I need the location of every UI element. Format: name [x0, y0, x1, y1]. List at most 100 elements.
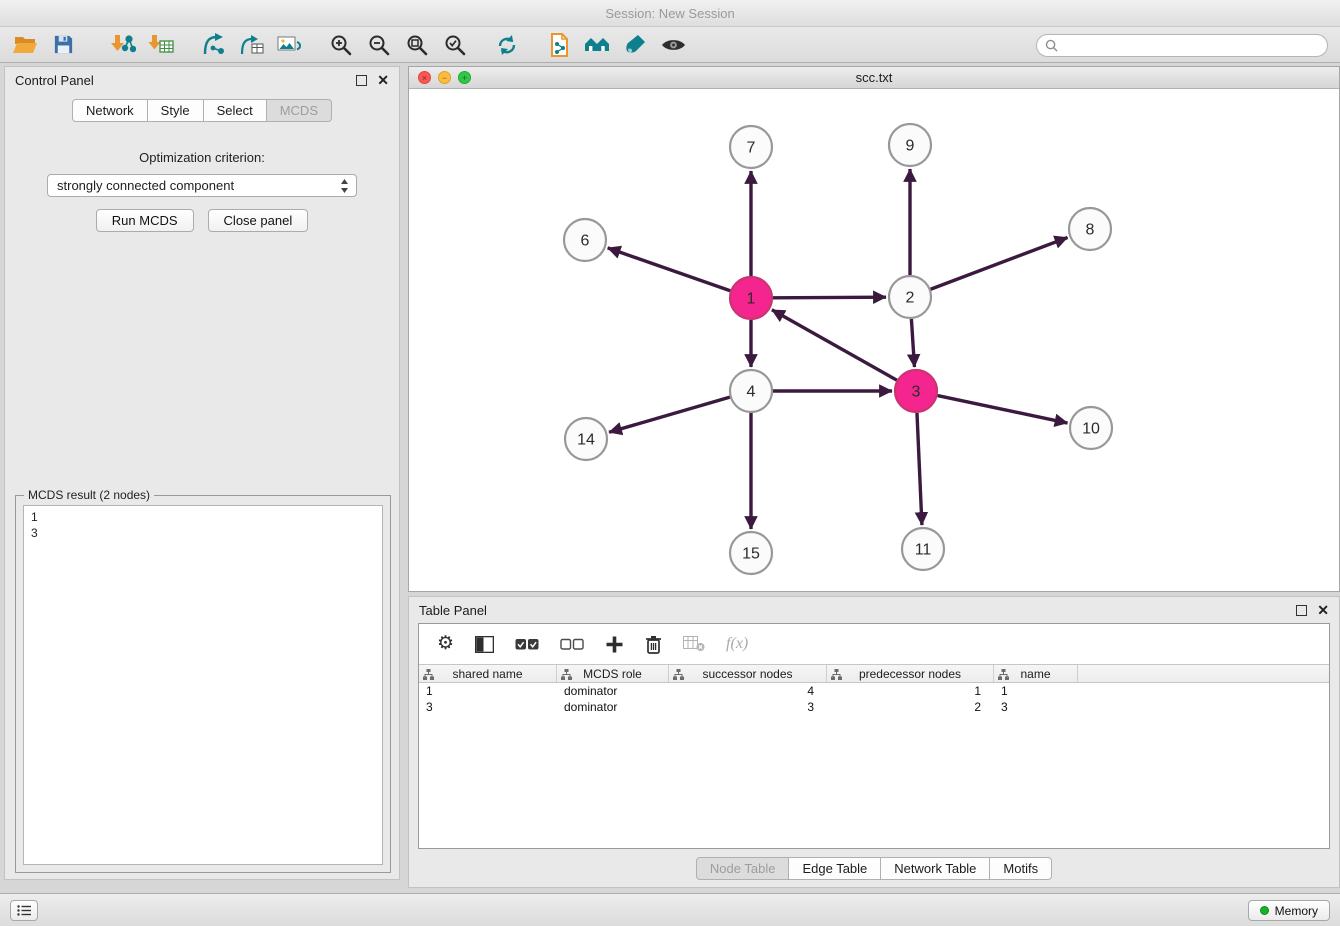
search-box[interactable] — [1036, 34, 1328, 57]
status-bar: Memory — [0, 893, 1340, 926]
column-header-successor-nodes[interactable]: successor nodes — [669, 665, 827, 682]
node-label: 9 — [906, 138, 915, 155]
cell-predecessor-nodes: 1 — [827, 683, 994, 699]
tab-node-table[interactable]: Node Table — [696, 857, 790, 880]
control-panel-tab-bar: NetworkStyleSelectMCDS — [5, 99, 399, 122]
control-panel-title: Control Panel — [15, 73, 94, 88]
cell-name: 3 — [994, 699, 1078, 715]
tab-style[interactable]: Style — [148, 99, 204, 122]
function-builder-icon: f(x) — [726, 632, 748, 656]
criterion-dropdown-value: strongly connected component — [57, 178, 234, 193]
node-8[interactable]: 8 — [1069, 208, 1111, 250]
node-label: 11 — [915, 542, 932, 559]
window-close-icon[interactable]: × — [418, 71, 431, 84]
mcds-result-title: MCDS result (2 nodes) — [24, 488, 154, 502]
node-6[interactable]: 6 — [564, 219, 606, 261]
zoom-selected-icon[interactable] — [440, 30, 470, 60]
column-header-shared-name[interactable]: shared name — [419, 665, 557, 682]
table-panel: Table Panel ✕ ⚙ — [408, 596, 1340, 888]
zoom-in-icon[interactable] — [326, 30, 356, 60]
float-panel-icon[interactable] — [356, 75, 367, 86]
tab-network[interactable]: Network — [72, 99, 148, 122]
edge-3-1[interactable] — [772, 310, 897, 380]
float-table-panel-icon[interactable] — [1296, 605, 1307, 616]
new-network-icon[interactable] — [198, 30, 228, 60]
node-7[interactable]: 7 — [730, 126, 772, 168]
save-session-icon[interactable] — [48, 30, 78, 60]
show-columns-icon[interactable] — [475, 632, 494, 656]
cell-mcds-role: dominator — [557, 683, 669, 699]
add-column-icon[interactable] — [605, 632, 624, 656]
close-table-panel-icon[interactable]: ✕ — [1317, 604, 1329, 616]
import-table-icon[interactable] — [146, 30, 176, 60]
cell-name: 1 — [994, 683, 1078, 699]
node-label: 10 — [1082, 421, 1100, 438]
node-11[interactable]: 11 — [902, 528, 944, 570]
zoom-out-icon[interactable] — [364, 30, 394, 60]
window-zoom-icon[interactable]: + — [458, 71, 471, 84]
result-item[interactable]: 3 — [31, 525, 375, 541]
first-neighbors-icon[interactable] — [582, 30, 612, 60]
table-body: 1dominator4113dominator323 — [419, 683, 1329, 715]
edge-1-2[interactable] — [773, 297, 886, 298]
run-mcds-button[interactable]: Run MCDS — [96, 209, 194, 232]
table-header-row: shared name MCDS role successor nodesprede… — [419, 664, 1329, 683]
close-panel-button[interactable]: Close panel — [208, 209, 309, 232]
new-table-icon[interactable] — [236, 30, 266, 60]
tab-network-table[interactable]: Network Table — [881, 857, 990, 880]
edge-3-10[interactable] — [938, 396, 1068, 423]
tab-select[interactable]: Select — [204, 99, 267, 122]
refresh-icon[interactable] — [492, 30, 522, 60]
settings-gear-icon[interactable]: ⚙ — [437, 632, 454, 656]
edge-2-3[interactable] — [911, 319, 914, 367]
control-panel: Control Panel ✕ NetworkStyleSelectMCDS O… — [4, 66, 400, 880]
tab-motifs[interactable]: Motifs — [990, 857, 1052, 880]
node-3[interactable]: 3 — [895, 370, 937, 412]
node-2[interactable]: 2 — [889, 276, 931, 318]
window-minimize-icon[interactable]: − — [438, 71, 451, 84]
network-window-title: scc.txt — [856, 70, 893, 85]
column-header-mcds-role[interactable]: MCDS role — [557, 665, 669, 682]
node-15[interactable]: 15 — [730, 532, 772, 574]
export-image-icon[interactable] — [274, 30, 304, 60]
mcds-result-list[interactable]: 13 — [23, 505, 383, 865]
edge-2-8[interactable] — [931, 237, 1068, 289]
node-10[interactable]: 10 — [1070, 407, 1112, 449]
node-label: 4 — [747, 384, 756, 401]
column-header-predecessor-nodes[interactable]: predecessor nodes — [827, 665, 994, 682]
column-edit-icon — [673, 669, 684, 683]
tab-edge-table[interactable]: Edge Table — [789, 857, 881, 880]
optimization-criterion-label: Optimization criterion: — [5, 150, 399, 165]
task-history-button[interactable] — [10, 900, 38, 921]
search-input[interactable] — [1058, 38, 1319, 53]
column-edit-icon — [561, 669, 572, 683]
import-network-icon[interactable] — [108, 30, 138, 60]
mcds-result-box: MCDS result (2 nodes) 13 — [15, 495, 391, 873]
deselect-all-icon[interactable] — [560, 632, 584, 656]
column-header-name[interactable]: name — [994, 665, 1078, 682]
edge-1-6[interactable] — [608, 248, 731, 291]
result-item[interactable]: 1 — [31, 509, 375, 525]
dropdown-arrows-icon — [340, 178, 349, 197]
node-14[interactable]: 14 — [565, 418, 607, 460]
node-9[interactable]: 9 — [889, 124, 931, 166]
column-label: MCDS role — [583, 667, 642, 681]
delete-column-icon[interactable] — [645, 632, 662, 656]
edge-3-11[interactable] — [917, 413, 922, 525]
apply-style-icon[interactable] — [620, 30, 650, 60]
node-1[interactable]: 1 — [730, 277, 772, 319]
table-row[interactable]: 1dominator411 — [419, 683, 1329, 699]
node-4[interactable]: 4 — [730, 370, 772, 412]
export-network-icon[interactable] — [544, 30, 574, 60]
show-details-icon[interactable] — [658, 30, 688, 60]
edge-4-14[interactable] — [609, 397, 730, 432]
zoom-fit-icon[interactable] — [402, 30, 432, 60]
tab-mcds[interactable]: MCDS — [267, 99, 332, 122]
open-session-icon[interactable] — [10, 30, 40, 60]
memory-button[interactable]: Memory — [1248, 900, 1330, 921]
criterion-dropdown[interactable]: strongly connected component — [47, 174, 357, 197]
table-row[interactable]: 3dominator323 — [419, 699, 1329, 715]
close-panel-icon[interactable]: ✕ — [377, 74, 389, 86]
select-all-icon[interactable] — [515, 632, 539, 656]
network-canvas[interactable]: 7 9 6 8 1 2 4 3 14 10 15 11 — [409, 89, 1339, 591]
